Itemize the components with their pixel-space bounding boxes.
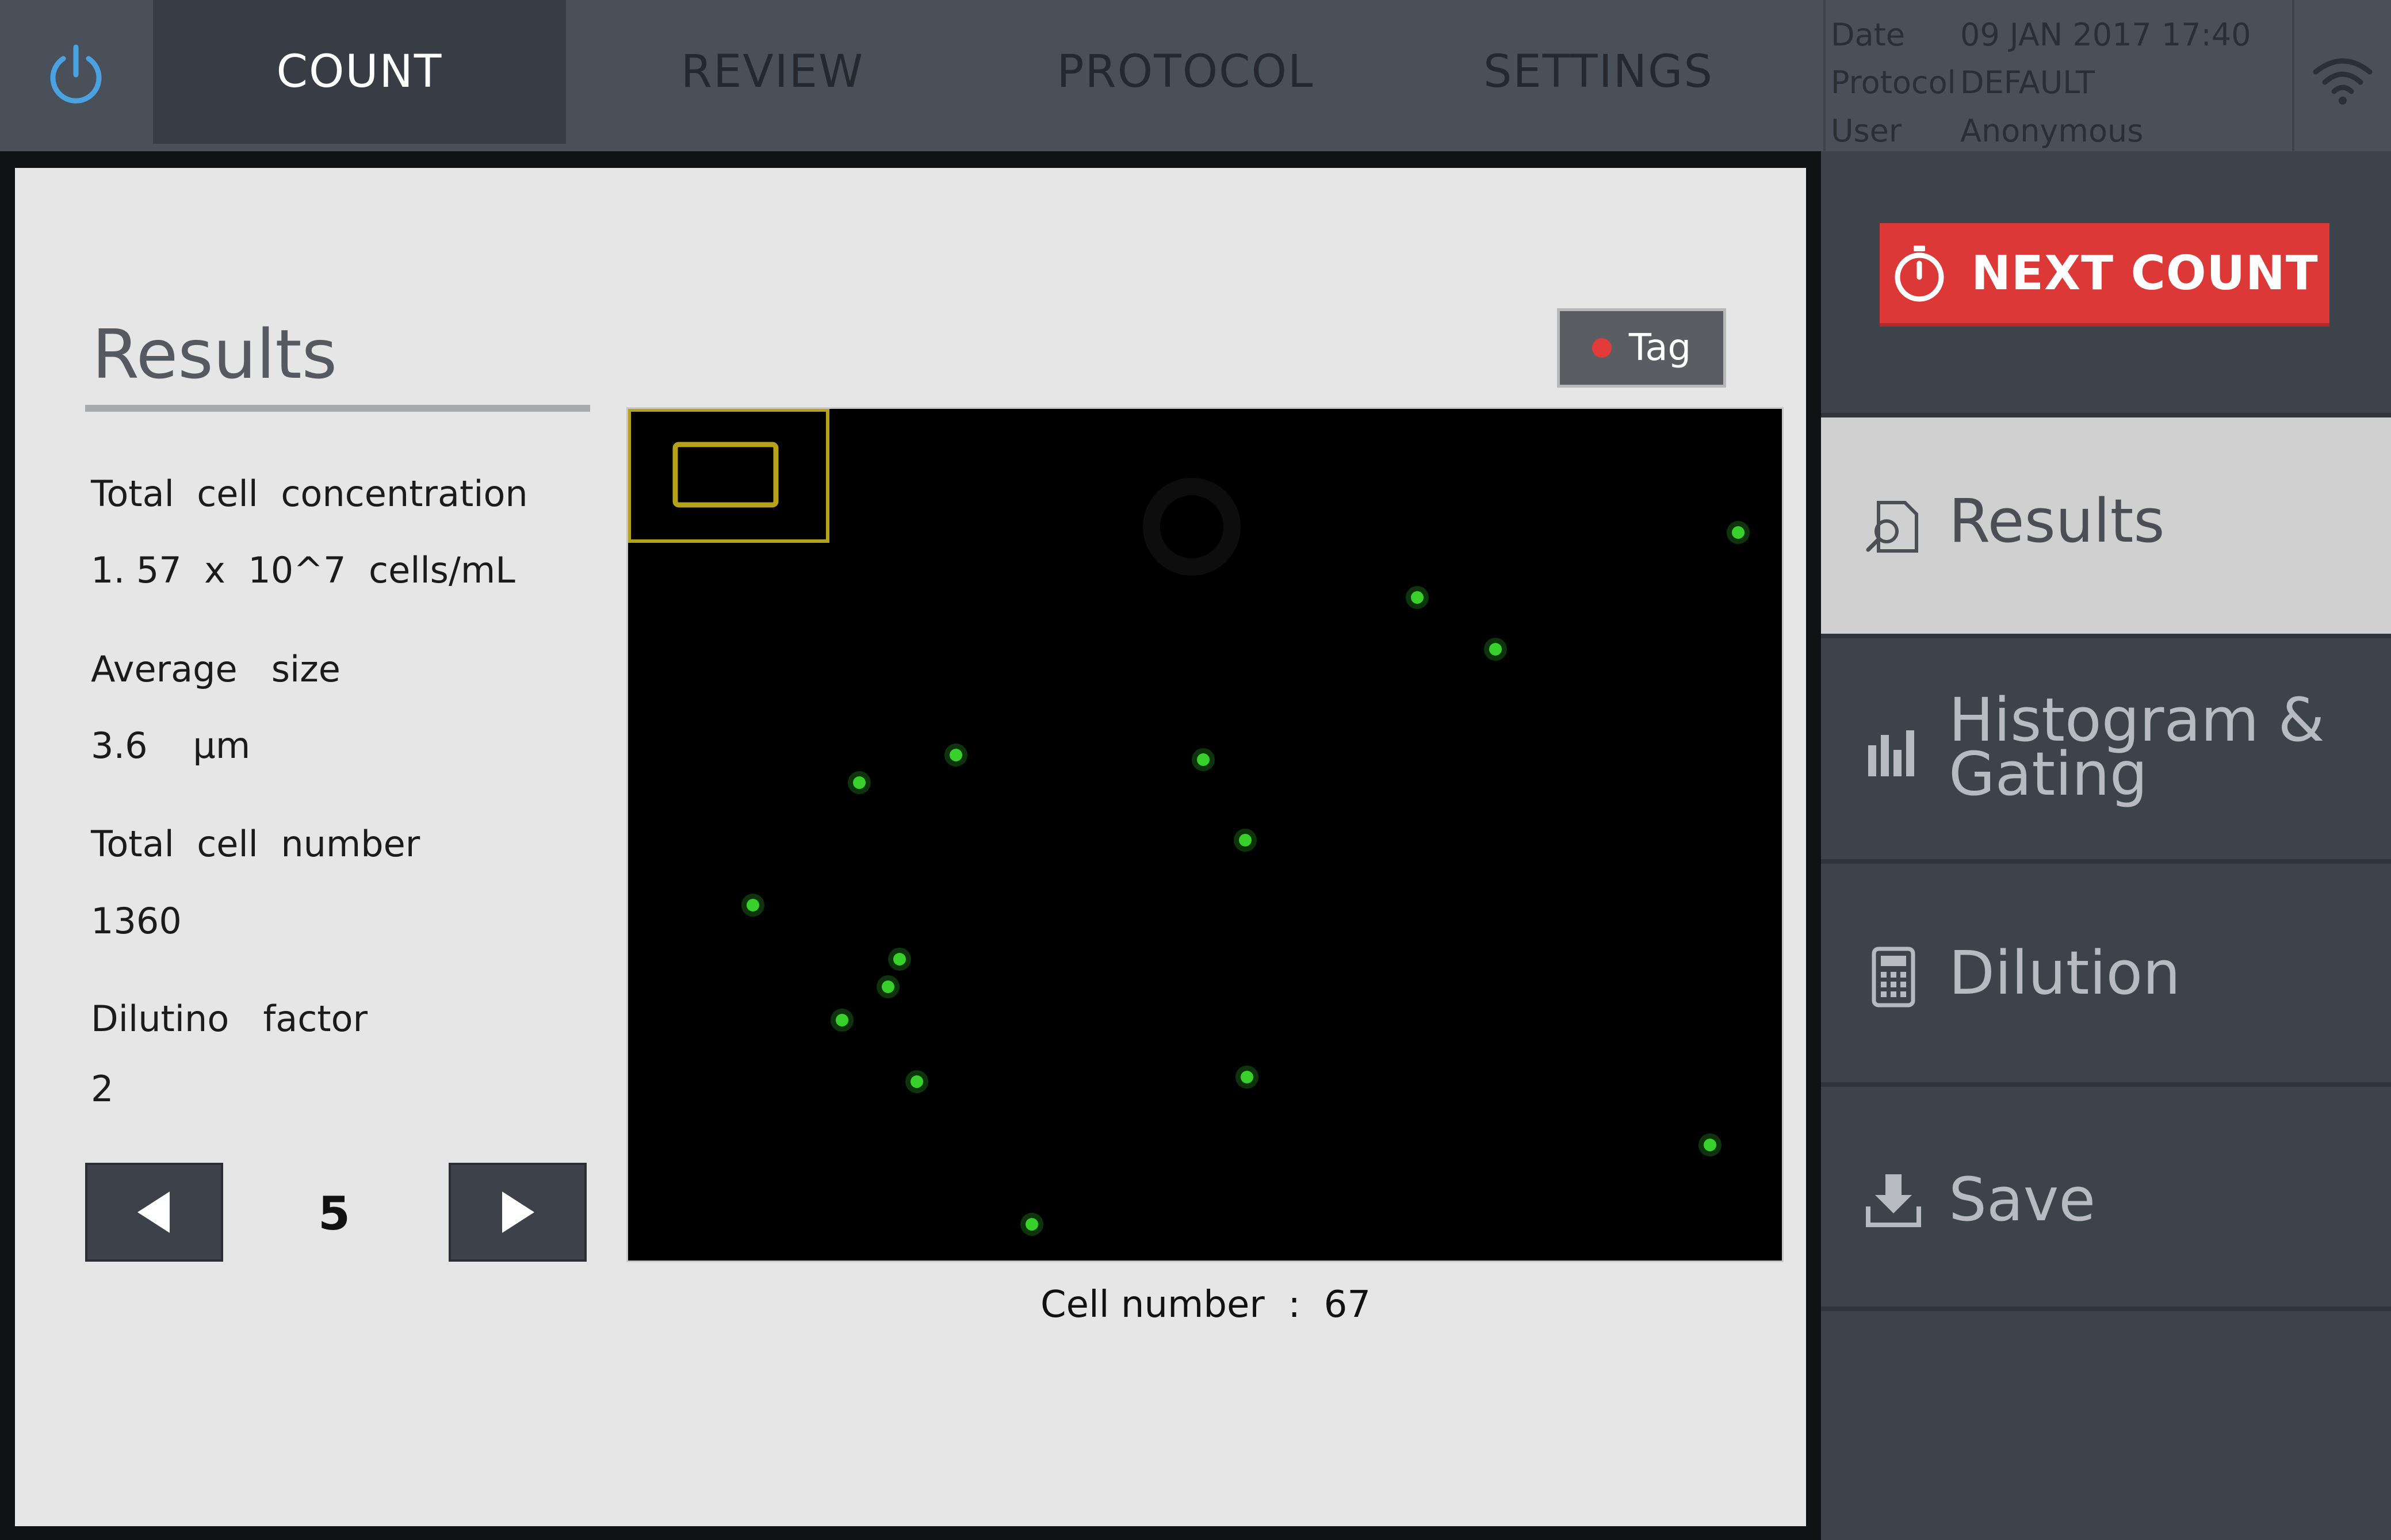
user-value: Anonymous [1960,112,2144,149]
sidebar-item-histogram-gating[interactable]: Histogram & Gating [1821,634,2391,859]
roi-overlay[interactable] [628,409,829,543]
wifi-icon[interactable] [2311,55,2374,109]
results-title: Results [92,315,338,394]
cell-glow [741,894,764,917]
top-bar: COUNT REVIEW PROTOCOL SETTINGS Date 09 J… [0,0,2391,151]
stopwatch-icon [1891,244,1948,302]
sidebar-item-label: Dilution [1949,938,2180,1008]
calculator-icon [1872,947,1915,1007]
title-underline [85,405,590,412]
power-button[interactable] [0,0,152,151]
date-value: 09 JAN 2017 17:40 [1960,16,2251,53]
record-dot-icon [1592,338,1612,358]
date-label: Date [1831,16,1906,53]
protocol-value: DEFAULT [1960,64,2095,101]
download-icon [1866,1174,1921,1227]
cell-number-caption: Cell number : 67 [1040,1284,1371,1326]
info-protocol: Protocol DEFAULT [1831,62,2095,102]
cell-image-view[interactable] [626,407,1784,1262]
cell-glow [1234,829,1257,852]
cell-image [628,409,1750,1236]
protocol-label: Protocol [1831,64,1956,101]
sidebar-item-results[interactable]: Results [1821,413,2391,634]
results-icon [1866,501,1918,553]
sidebar-item-label: Results [1949,486,2165,556]
cell-glow [1698,1133,1721,1156]
info-divider [2292,0,2294,151]
cell-glow [1406,586,1429,609]
cell-glow [877,975,900,998]
dilution-factor-label: Dilutino factor [91,998,368,1040]
cell-glow [1020,1213,1043,1236]
cell-glow [1235,1066,1258,1089]
total-cell-concentration-label: Total cell concentration [91,473,528,515]
info-divider [1823,0,1826,151]
cell-glow [1484,638,1507,661]
total-cell-concentration-value: 1. 57 x 10^7 cells/mL [91,549,515,591]
sidebar-item-label: Save [1949,1164,2096,1235]
tag-label: Tag [1628,327,1692,369]
next-count-label: NEXT COUNT [1971,246,2319,301]
sidebar-item-dilution[interactable]: Dilution [1821,859,2391,1082]
cell-glow [1192,748,1215,771]
info-date: Date 09 JAN 2017 17:40 [1831,14,2251,55]
detected-cells [741,521,1750,1236]
cell-glow [831,1009,854,1032]
total-cell-number-label: Total cell number [91,823,420,865]
image-page-number: 5 [318,1187,350,1240]
sidebar-item-save[interactable]: Save [1821,1082,2391,1307]
info-user: User Anonymous [1831,110,2143,151]
cell-glow [848,771,871,794]
tab-protocol[interactable]: PROTOCOL [979,0,1392,144]
total-cell-number-value: 1360 [91,900,182,942]
histogram-icon [1868,730,1914,776]
tab-count[interactable]: COUNT [153,0,566,144]
cell-glow [944,744,967,767]
sidebar-item-label: Gating [1949,739,2148,809]
triangle-left-icon [137,1192,170,1233]
next-image-button[interactable] [449,1163,587,1262]
cell-glow [888,948,911,971]
sidebar-divider [1821,1307,2391,1311]
tag-button[interactable]: Tag [1557,308,1726,388]
tab-review[interactable]: REVIEW [566,0,979,144]
power-icon [50,44,102,104]
next-count-button[interactable]: NEXT COUNT [1880,223,2329,327]
user-label: User [1831,112,1902,149]
average-size-value: 3.6 µm [91,725,251,767]
results-panel: Results Total cell concentration 1. 57 x… [15,168,1806,1526]
tab-settings[interactable]: SETTINGS [1392,0,1805,144]
cell-glow [905,1070,928,1093]
average-size-label: Average size [91,648,341,690]
dilution-factor-value: 2 [91,1068,114,1110]
triangle-right-icon [502,1192,534,1233]
cell-glow [1727,521,1750,544]
previous-image-button[interactable] [85,1163,223,1262]
